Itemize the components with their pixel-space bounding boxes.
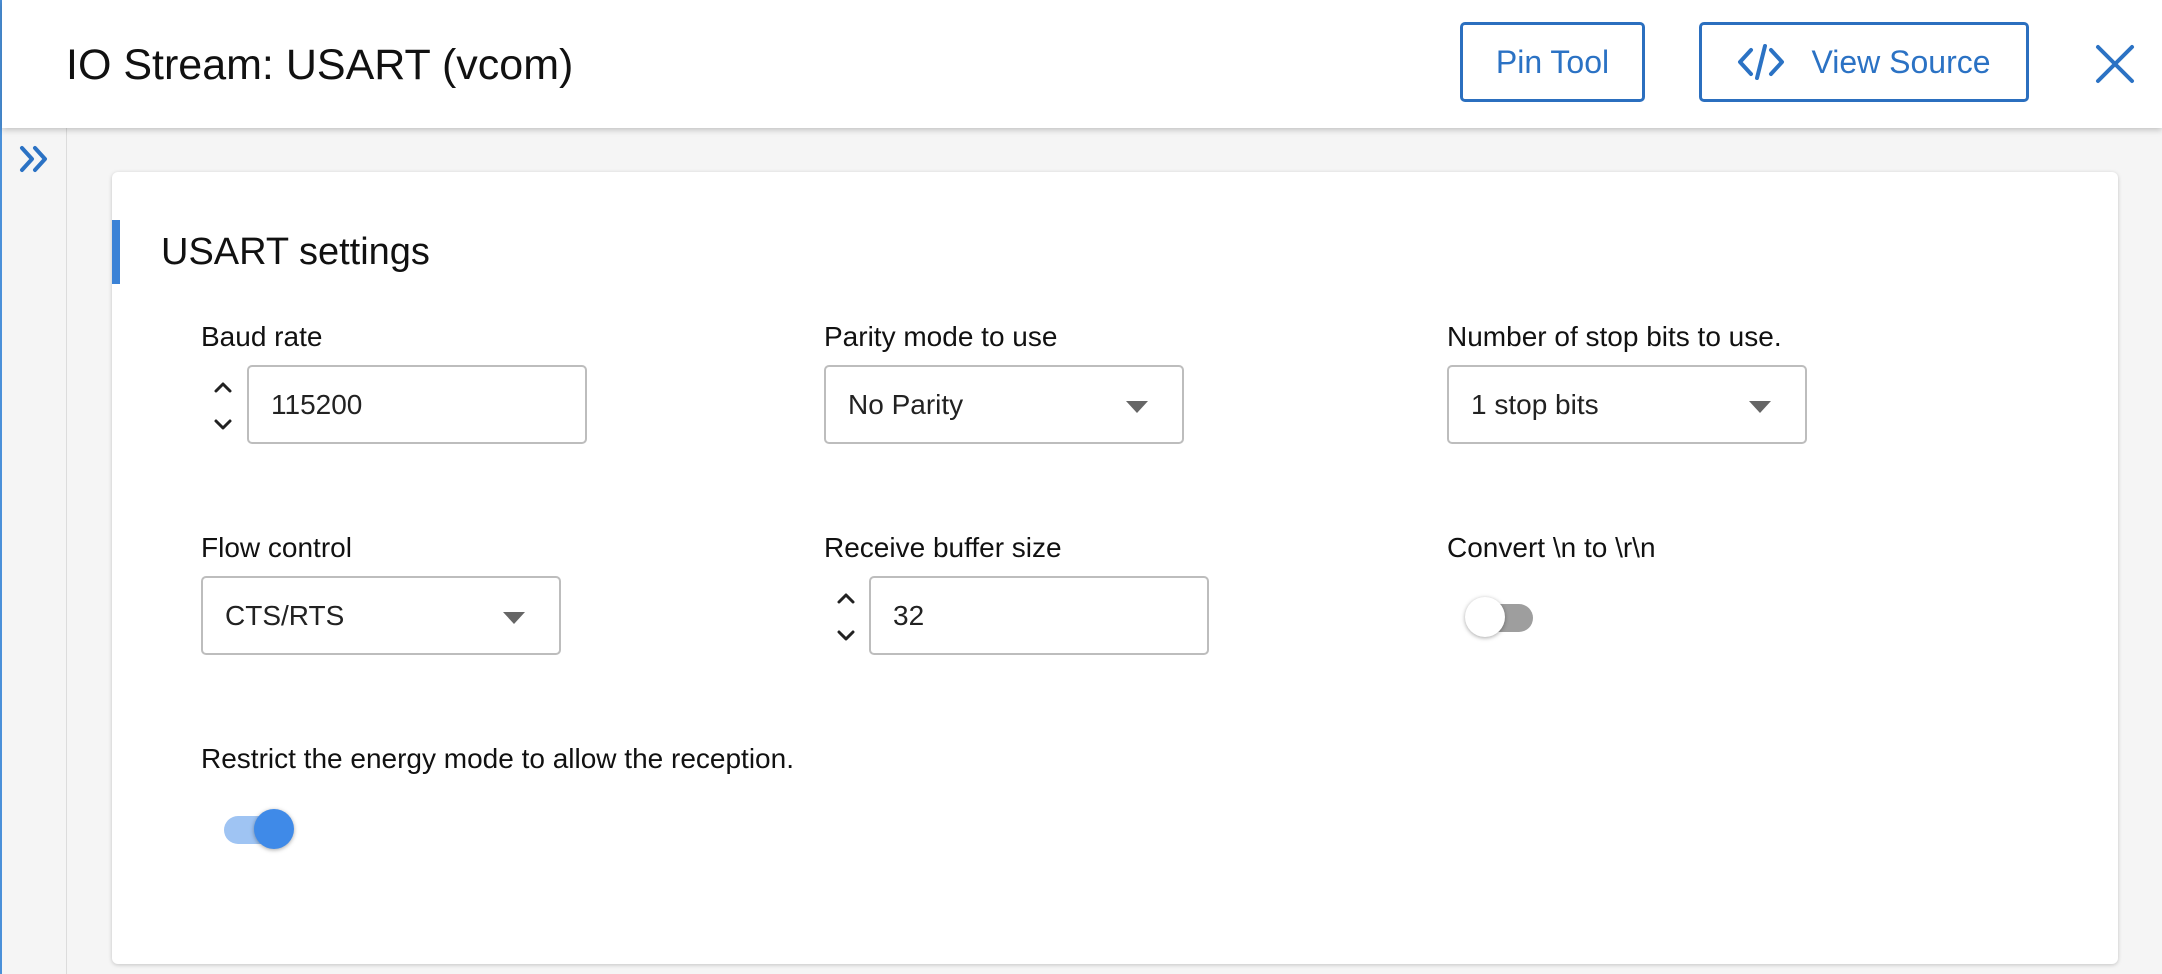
flow-control-value: CTS/RTS [225, 599, 345, 631]
receive-buffer-stepper [833, 577, 859, 653]
baud-rate-value: 115200 [271, 388, 363, 420]
receive-buffer-input[interactable]: 32 [869, 576, 1209, 655]
page-title: IO Stream: USART (vcom) [66, 41, 574, 89]
parity-mode-select[interactable]: No Parity [824, 365, 1184, 444]
restrict-energy-label: Restrict the energy mode to allow the re… [201, 743, 794, 774]
toggle-thumb [1465, 597, 1505, 637]
pin-tool-button[interactable]: Pin Tool [1460, 22, 1645, 102]
pin-tool-label: Pin Tool [1495, 43, 1610, 80]
close-icon[interactable] [2094, 43, 2136, 85]
restrict-energy-toggle[interactable] [220, 804, 294, 852]
code-icon [1738, 44, 1785, 80]
flow-control-label: Flow control [201, 532, 352, 563]
chevron-down-icon[interactable] [210, 412, 236, 438]
collapsed-sidebar [2, 128, 67, 974]
parity-mode-label: Parity mode to use [824, 321, 1058, 352]
chevron-up-icon[interactable] [210, 374, 236, 400]
caret-down-icon [1126, 401, 1148, 413]
dialog-header: IO Stream: USART (vcom) Pin Tool View So… [2, 0, 2162, 128]
receive-buffer-value: 32 [893, 599, 925, 631]
convert-newline-toggle[interactable] [1465, 592, 1539, 640]
baud-rate-stepper [210, 366, 236, 442]
usart-settings-card: USART settings Baud rate 115200 Parity m… [112, 172, 2118, 964]
caret-down-icon [1749, 401, 1771, 413]
section-accent-bar [112, 220, 120, 284]
receive-buffer-label: Receive buffer size [824, 532, 1062, 563]
caret-down-icon [503, 612, 525, 624]
stop-bits-label: Number of stop bits to use. [1447, 321, 1782, 352]
view-source-button[interactable]: View Source [1699, 22, 2029, 102]
stop-bits-value: 1 stop bits [1471, 388, 1599, 420]
toggle-thumb [254, 809, 294, 849]
baud-rate-label: Baud rate [201, 321, 323, 352]
chevron-up-icon[interactable] [833, 585, 859, 611]
section-title: USART settings [161, 231, 430, 273]
flow-control-select[interactable]: CTS/RTS [201, 576, 561, 655]
chevron-double-right-icon[interactable] [18, 144, 52, 174]
baud-rate-input[interactable]: 115200 [247, 365, 587, 444]
stop-bits-select[interactable]: 1 stop bits [1447, 365, 1807, 444]
view-source-label: View Source [1811, 43, 1991, 80]
parity-mode-value: No Parity [848, 388, 964, 420]
convert-newline-label: Convert \n to \r\n [1447, 532, 1656, 563]
chevron-down-icon[interactable] [833, 623, 859, 649]
